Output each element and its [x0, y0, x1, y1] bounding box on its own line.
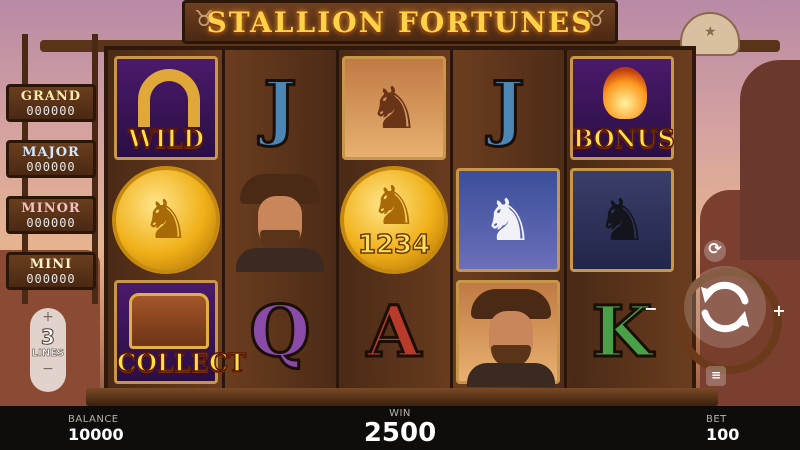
cowboy-icon [228, 168, 332, 272]
reel-4-row-3 [452, 276, 564, 388]
wild-label: WILD [127, 123, 204, 154]
status-bar: BALANCE 10000 WIN 2500 BET 100 [0, 406, 800, 450]
lines-count: 3 [41, 325, 56, 349]
win-value: 2500 [363, 418, 437, 448]
title-sign: ♉ STALLION FORTUNES ♉ [182, 0, 618, 44]
letter-a-symbol: A [365, 290, 422, 373]
jackpot-minor: MINOR 000000 [6, 196, 96, 234]
win-display: WIN 2500 [350, 408, 450, 447]
reel-3-row-3: A [338, 276, 450, 388]
white-horse-symbol: ♞ [456, 168, 560, 272]
lines-increase-button[interactable]: + [30, 308, 66, 326]
jackpot-value: 000000 [26, 272, 76, 286]
bet-value: 100 [706, 425, 740, 444]
balance-display: BALANCE 10000 [68, 414, 124, 444]
collect-symbol: COLLECT [114, 280, 247, 384]
white-horse-icon: ♞ [482, 186, 534, 254]
bonus-label: BONUS [572, 123, 675, 154]
bull-skull-icon: ♉ [586, 7, 606, 32]
balance-label: BALANCE [68, 414, 119, 425]
reel-4-row-1: J [452, 52, 564, 164]
bet-decrease-button[interactable]: − [642, 300, 660, 318]
cowboy-symbol [456, 280, 560, 387]
treasure-chest-icon [129, 293, 209, 349]
balance-value: 10000 [68, 425, 124, 444]
autoplay-icon: ⟳ [708, 239, 722, 258]
cowboy-symbol [228, 168, 332, 272]
spin-arrows-icon [701, 281, 749, 333]
reel-5-row-1: BONUS [566, 52, 678, 164]
game-title: STALLION FORTUNES [206, 5, 594, 39]
reel-4-row-2: ♞ [452, 164, 564, 276]
reel-2-row-2 [224, 164, 336, 276]
lines-label: LINES [31, 348, 65, 360]
reel-2-row-3: Q [224, 276, 336, 388]
wild-symbol: WILD [114, 56, 218, 160]
spin-button[interactable] [684, 266, 766, 348]
autoplay-button[interactable]: ⟳ [704, 240, 726, 262]
jackpot-name: GRAND [20, 89, 82, 104]
jackpot-name: MINOR [21, 201, 81, 216]
jackpot-name: MAJOR [22, 145, 80, 160]
board-floor [86, 388, 718, 406]
collect-label: COLLECT [116, 347, 247, 378]
reel-5-row-3: K [566, 276, 678, 388]
sheriff-star-icon: ★ [704, 24, 717, 40]
lines-selector: + 3 LINES − [30, 308, 66, 392]
reel-3-row-1: ♞ [338, 52, 450, 164]
horseshoe-icon [138, 69, 200, 127]
jackpot-name: MINI [29, 257, 73, 272]
flaming-horseshoe-icon [603, 67, 647, 119]
letter-q-symbol: Q [248, 290, 312, 373]
black-horse-symbol: ♞ [570, 168, 674, 272]
brown-horse-symbol: ♞ [342, 56, 446, 160]
bet-label: BET [706, 414, 727, 425]
jackpot-grand: GRAND 000000 [6, 84, 96, 122]
jackpot-value: 000000 [26, 160, 76, 174]
reel-3-row-2: ♞ 1234 [338, 164, 450, 276]
menu-button[interactable]: ≡ [706, 366, 726, 386]
reel-1-row-1: WILD [110, 52, 222, 164]
bull-skull-icon: ♉ [194, 7, 214, 32]
horse-coin-icon: ♞ [112, 166, 220, 274]
coin-value: 1234 [357, 229, 431, 261]
letter-j-symbol: J [490, 66, 526, 149]
bonus-symbol: BONUS [570, 56, 676, 160]
horse-head-icon: ♞ [141, 188, 191, 251]
jackpot-value: 000000 [26, 104, 76, 118]
bet-increase-button[interactable]: + [770, 302, 788, 320]
jackpot-mini: MINI 000000 [6, 252, 96, 290]
mesa-far-right [740, 60, 800, 260]
reel-5-row-2: ♞ [566, 164, 678, 276]
cowboy-icon [459, 283, 557, 387]
horse-head-icon: ♞ [369, 174, 419, 237]
jackpot-major: MAJOR 000000 [6, 140, 96, 178]
menu-icon: ≡ [710, 368, 722, 382]
reel-2-row-1: J [224, 52, 336, 164]
brown-horse-icon: ♞ [368, 74, 420, 142]
bet-display: BET 100 [706, 414, 739, 444]
reel-1-row-3: COLLECT [110, 276, 247, 388]
jackpot-value: 000000 [26, 216, 76, 230]
horse-coin-icon: ♞ 1234 [340, 166, 448, 274]
reels-board: WILD ♞ COLLECT J Q ♞ ♞ 1234 A J ♞ BONUS … [104, 46, 696, 394]
reel-1-row-2: ♞ [110, 164, 222, 276]
letter-j-symbol: J [262, 66, 298, 149]
lines-decrease-button[interactable]: − [30, 360, 66, 378]
black-horse-icon: ♞ [596, 186, 648, 254]
